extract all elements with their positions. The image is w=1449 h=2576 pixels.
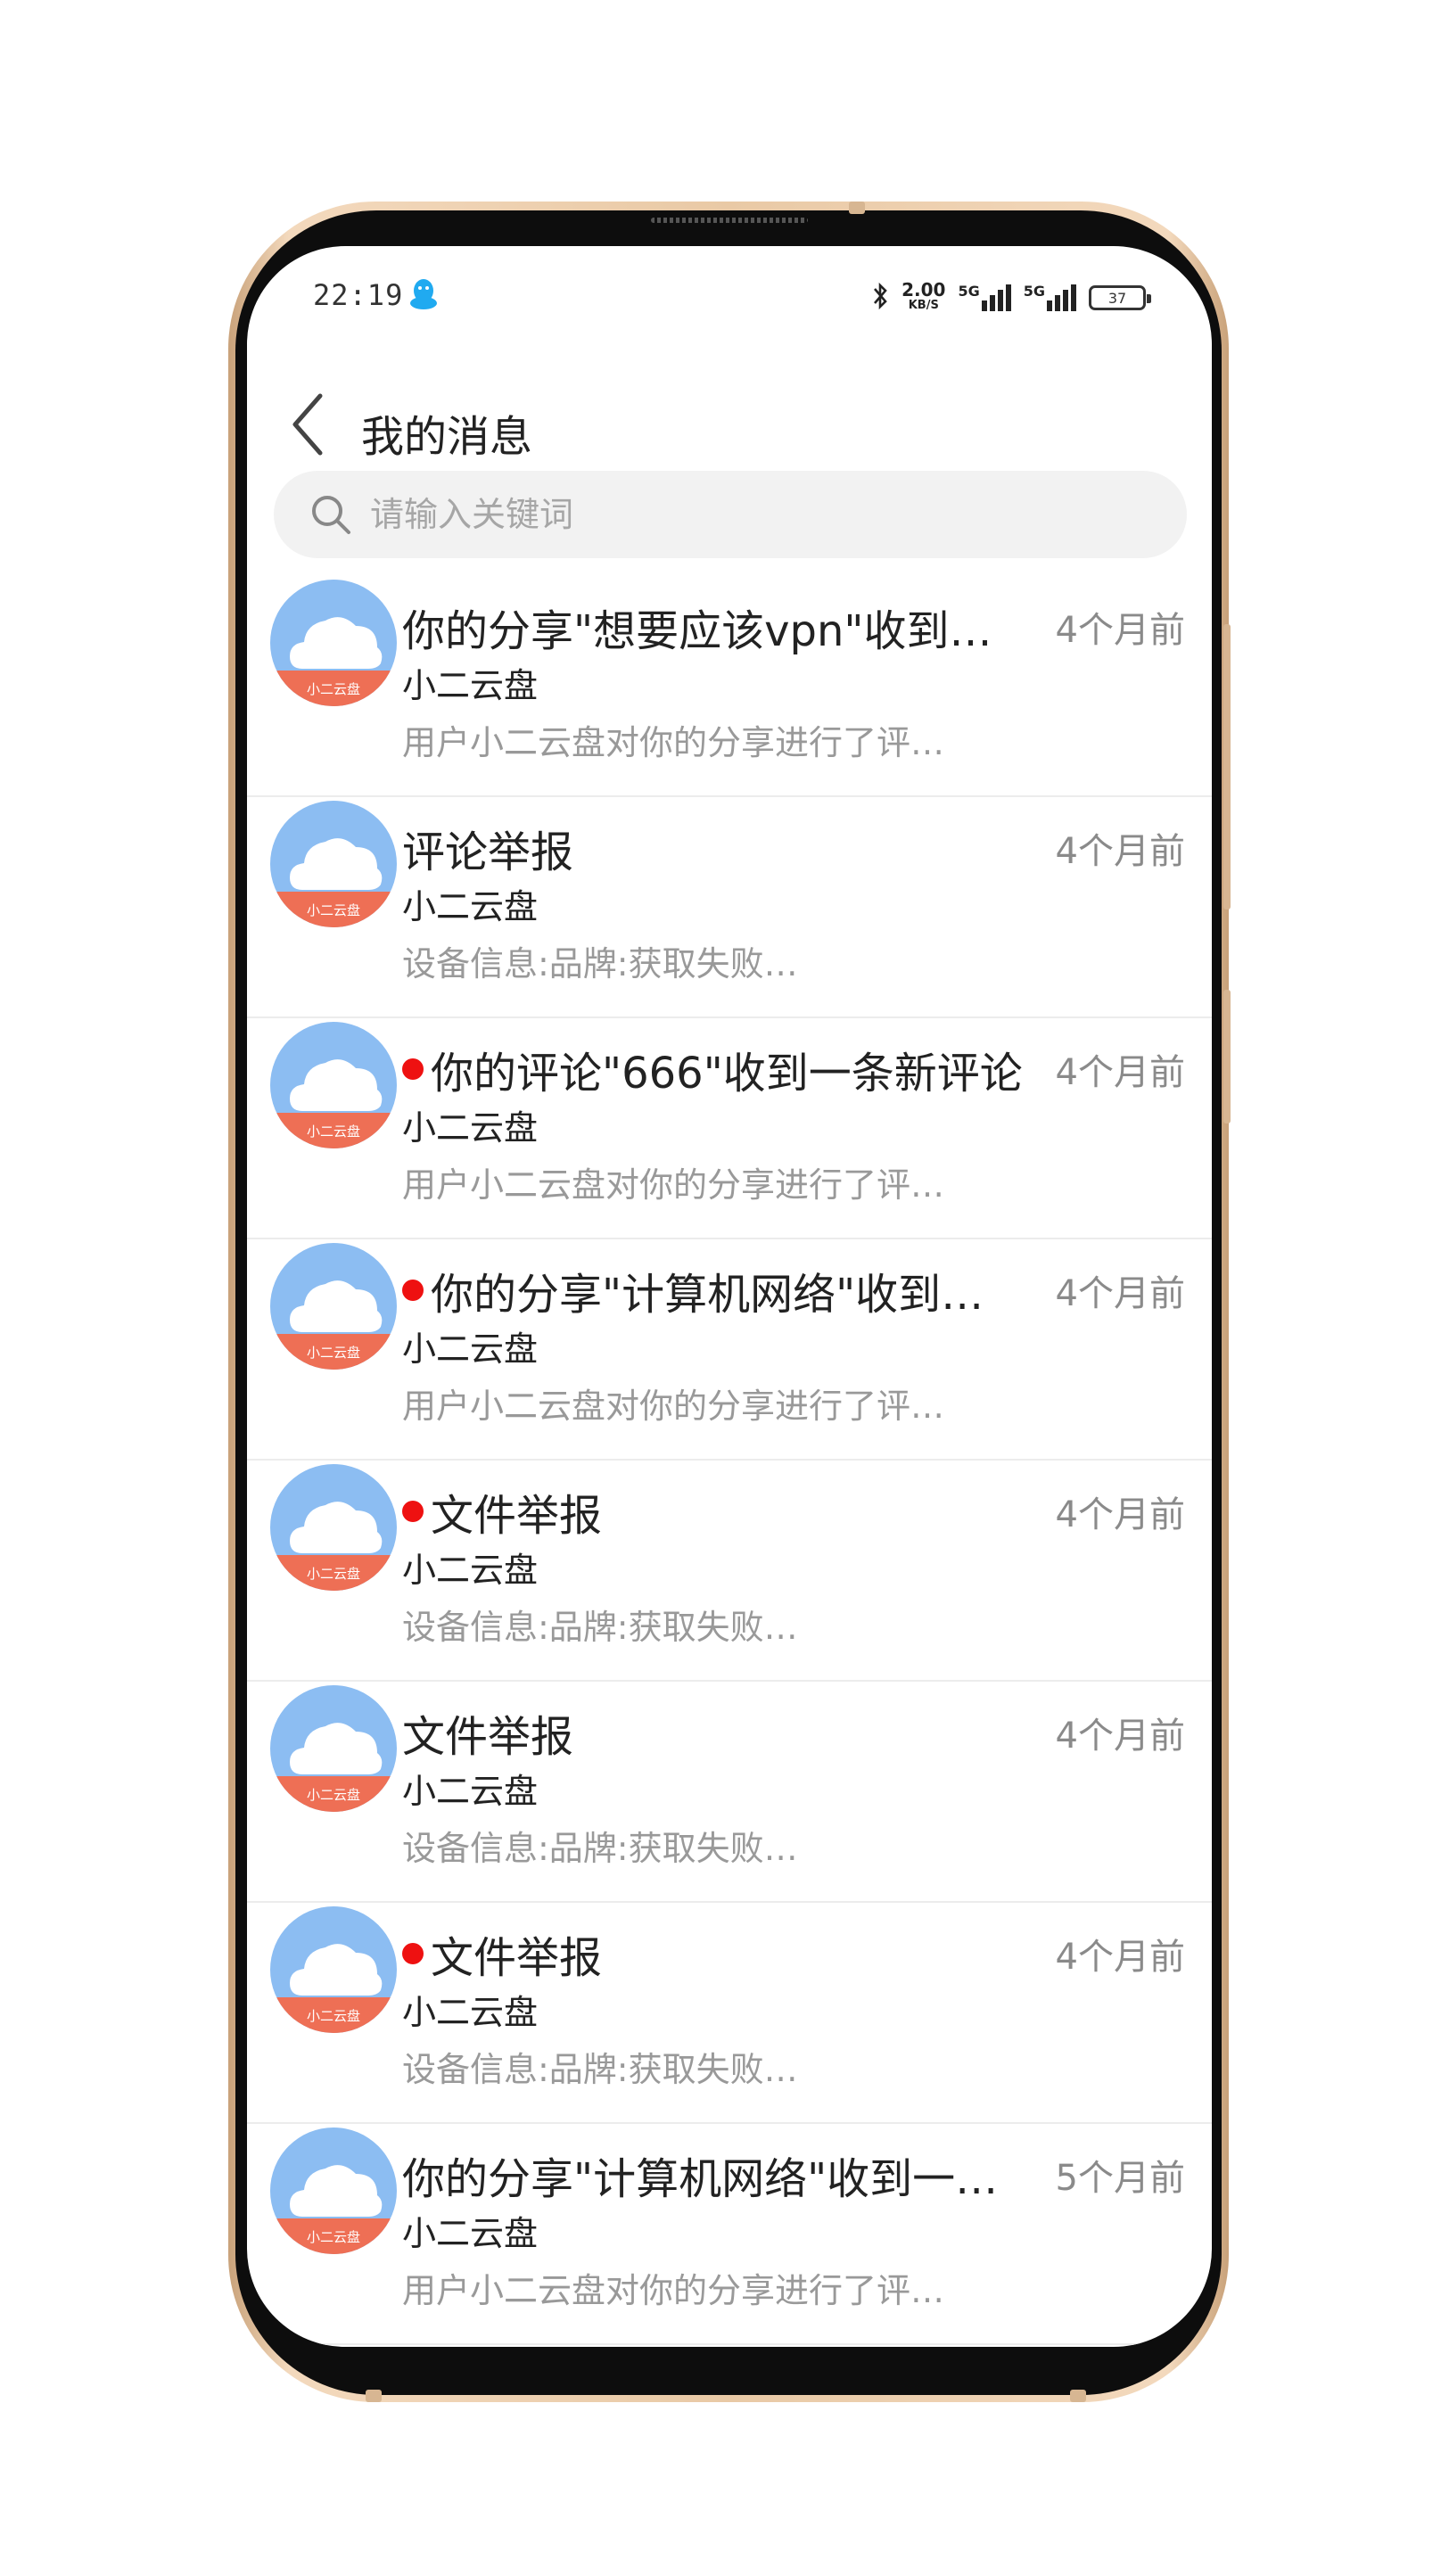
app-header: 我的消息 xyxy=(247,371,1212,478)
svg-text:小二云盘: 小二云盘 xyxy=(307,681,360,697)
network-type-1: 5G xyxy=(958,283,980,300)
message-list-item[interactable]: 小二云盘 你的分享"计算机网络"收到… 4个月前 小二云盘 用户小二云盘对你的分… xyxy=(247,1239,1212,1461)
message-title-text: 文件举报 xyxy=(431,1933,603,1983)
back-button[interactable] xyxy=(272,389,343,460)
message-title: 评论举报 xyxy=(402,817,1044,879)
svg-text:小二云盘: 小二云盘 xyxy=(307,1787,360,1803)
message-title-text: 文件举报 xyxy=(402,1712,574,1762)
svg-text:小二云盘: 小二云盘 xyxy=(307,1345,360,1361)
message-title-text: 评论举报 xyxy=(402,827,574,877)
app-avatar-cloud-icon: 小二云盘 xyxy=(270,1022,397,1148)
message-list-item[interactable]: 小二云盘 你的分享"计算机网络"收到一… 5个月前 小二云盘 用户小二云盘对你的… xyxy=(247,2124,1212,2345)
signal-bars-1-icon xyxy=(981,284,1011,311)
app-avatar-cloud-icon: 小二云盘 xyxy=(270,801,397,927)
message-title: 文件举报 xyxy=(402,1701,1044,1764)
message-title: 你的评论"666"收到一条新评论 xyxy=(402,1038,1044,1100)
network-type-2: 5G xyxy=(1023,283,1045,300)
message-preview: 用户小二云盘对你的分享进行了评… xyxy=(402,2271,945,2310)
earpiece-speaker xyxy=(651,218,808,223)
status-bar: 22:19 2.00 KB/S 5G 5G 37 xyxy=(247,246,1212,353)
message-sender: 小二云盘 xyxy=(402,2214,539,2253)
phone-side-button-top xyxy=(849,202,865,214)
message-preview: 设备信息:品牌:获取失败… xyxy=(402,1608,798,1647)
message-preview: 用户小二云盘对你的分享进行了评… xyxy=(402,1387,945,1426)
signal-group-1: 5G xyxy=(958,283,1011,311)
unread-dot-icon xyxy=(402,1280,424,1301)
app-avatar-cloud-icon: 小二云盘 xyxy=(270,1243,397,1370)
message-title: 你的分享"计算机网络"收到… xyxy=(402,1259,1044,1321)
unread-dot-icon xyxy=(402,1943,424,1964)
message-time: 4个月前 xyxy=(1055,610,1185,651)
message-preview: 设备信息:品牌:获取失败… xyxy=(402,2050,798,2089)
unread-dot-icon xyxy=(402,1058,424,1080)
message-time: 5个月前 xyxy=(1055,2158,1185,2199)
qq-notification-icon xyxy=(408,276,440,316)
message-list: 小二云盘 你的分享"想要应该vpn"收到… 4个月前 小二云盘 用户小二云盘对你… xyxy=(247,576,1212,2345)
message-sender: 小二云盘 xyxy=(402,666,539,705)
message-list-item[interactable]: 小二云盘 你的评论"666"收到一条新评论 4个月前 小二云盘 用户小二云盘对你… xyxy=(247,1018,1212,1239)
message-title-text: 你的分享"计算机网络"收到… xyxy=(431,1270,984,1320)
message-title: 你的分享"计算机网络"收到一… xyxy=(402,2144,1044,2206)
message-sender: 小二云盘 xyxy=(402,1329,539,1369)
app-avatar-cloud-icon: 小二云盘 xyxy=(270,1685,397,1812)
svg-text:小二云盘: 小二云盘 xyxy=(307,1123,360,1140)
message-list-item[interactable]: 小二云盘 评论举报 4个月前 小二云盘 设备信息:品牌:获取失败… xyxy=(247,797,1212,1018)
bluetooth-icon xyxy=(871,282,889,314)
message-time: 4个月前 xyxy=(1055,1494,1185,1535)
status-time: 22:19 xyxy=(313,278,404,312)
message-preview: 设备信息:品牌:获取失败… xyxy=(402,944,798,983)
search-input[interactable] xyxy=(370,495,1083,534)
message-sender: 小二云盘 xyxy=(402,1772,539,1811)
message-time: 4个月前 xyxy=(1055,1937,1185,1978)
search-bar[interactable] xyxy=(274,471,1187,558)
message-sender: 小二云盘 xyxy=(402,1551,539,1590)
signal-group-2: 5G xyxy=(1024,284,1076,311)
phone-bottom-accent-right xyxy=(1070,2390,1086,2402)
svg-text:小二云盘: 小二云盘 xyxy=(307,902,360,918)
message-title: 文件举报 xyxy=(402,1922,1044,1985)
chevron-left-icon xyxy=(292,393,323,456)
message-title-text: 你的评论"666"收到一条新评论 xyxy=(431,1049,1023,1099)
phone-screen: 22:19 2.00 KB/S 5G 5G 37 我的消息 请输入关键词 小二云… xyxy=(247,246,1212,2347)
status-icons: 2.00 KB/S 5G 5G 37 xyxy=(871,279,1151,316)
message-time: 4个月前 xyxy=(1055,831,1185,872)
network-speed-unit: KB/S xyxy=(908,299,939,312)
message-time: 4个月前 xyxy=(1055,1052,1185,1093)
signal-bars-2-icon xyxy=(1047,284,1076,311)
message-title: 你的分享"想要应该vpn"收到… xyxy=(402,596,1044,658)
search-icon xyxy=(309,493,352,536)
battery-level: 37 xyxy=(1107,289,1127,307)
svg-text:小二云盘: 小二云盘 xyxy=(307,1566,360,1582)
svg-text:小二云盘: 小二云盘 xyxy=(307,2008,360,2024)
battery-icon: 37 xyxy=(1089,285,1151,310)
message-list-item[interactable]: 小二云盘 文件举报 4个月前 小二云盘 设备信息:品牌:获取失败… xyxy=(247,1903,1212,2124)
network-speed: 2.00 KB/S xyxy=(902,279,946,314)
message-time: 4个月前 xyxy=(1055,1716,1185,1757)
message-list-item[interactable]: 小二云盘 文件举报 4个月前 小二云盘 设备信息:品牌:获取失败… xyxy=(247,1682,1212,1903)
message-preview: 用户小二云盘对你的分享进行了评… xyxy=(402,723,945,762)
page-title: 我的消息 xyxy=(361,412,533,462)
message-sender: 小二云盘 xyxy=(402,887,539,926)
svg-text:小二云盘: 小二云盘 xyxy=(307,2229,360,2245)
app-avatar-cloud-icon: 小二云盘 xyxy=(270,1906,397,2033)
message-title: 文件举报 xyxy=(402,1480,1044,1543)
unread-dot-icon xyxy=(402,1501,424,1522)
phone-power-button xyxy=(1223,990,1231,1123)
message-sender: 小二云盘 xyxy=(402,1108,539,1148)
message-preview: 用户小二云盘对你的分享进行了评… xyxy=(402,1165,945,1205)
message-preview: 设备信息:品牌:获取失败… xyxy=(402,1829,798,1868)
message-title-text: 文件举报 xyxy=(431,1491,603,1541)
message-sender: 小二云盘 xyxy=(402,1993,539,2032)
message-list-item[interactable]: 小二云盘 你的分享"想要应该vpn"收到… 4个月前 小二云盘 用户小二云盘对你… xyxy=(247,576,1212,797)
app-avatar-cloud-icon: 小二云盘 xyxy=(270,580,397,706)
app-avatar-cloud-icon: 小二云盘 xyxy=(270,1464,397,1591)
network-speed-value: 2.00 xyxy=(902,279,946,300)
message-list-item[interactable]: 小二云盘 文件举报 4个月前 小二云盘 设备信息:品牌:获取失败… xyxy=(247,1461,1212,1682)
message-time: 4个月前 xyxy=(1055,1273,1185,1314)
phone-bottom-accent-left xyxy=(366,2390,382,2402)
phone-volume-button xyxy=(1223,624,1231,909)
message-title-text: 你的分享"计算机网络"收到一… xyxy=(402,2154,999,2204)
message-title-text: 你的分享"想要应该vpn"收到… xyxy=(402,606,992,656)
app-avatar-cloud-icon: 小二云盘 xyxy=(270,2127,397,2254)
